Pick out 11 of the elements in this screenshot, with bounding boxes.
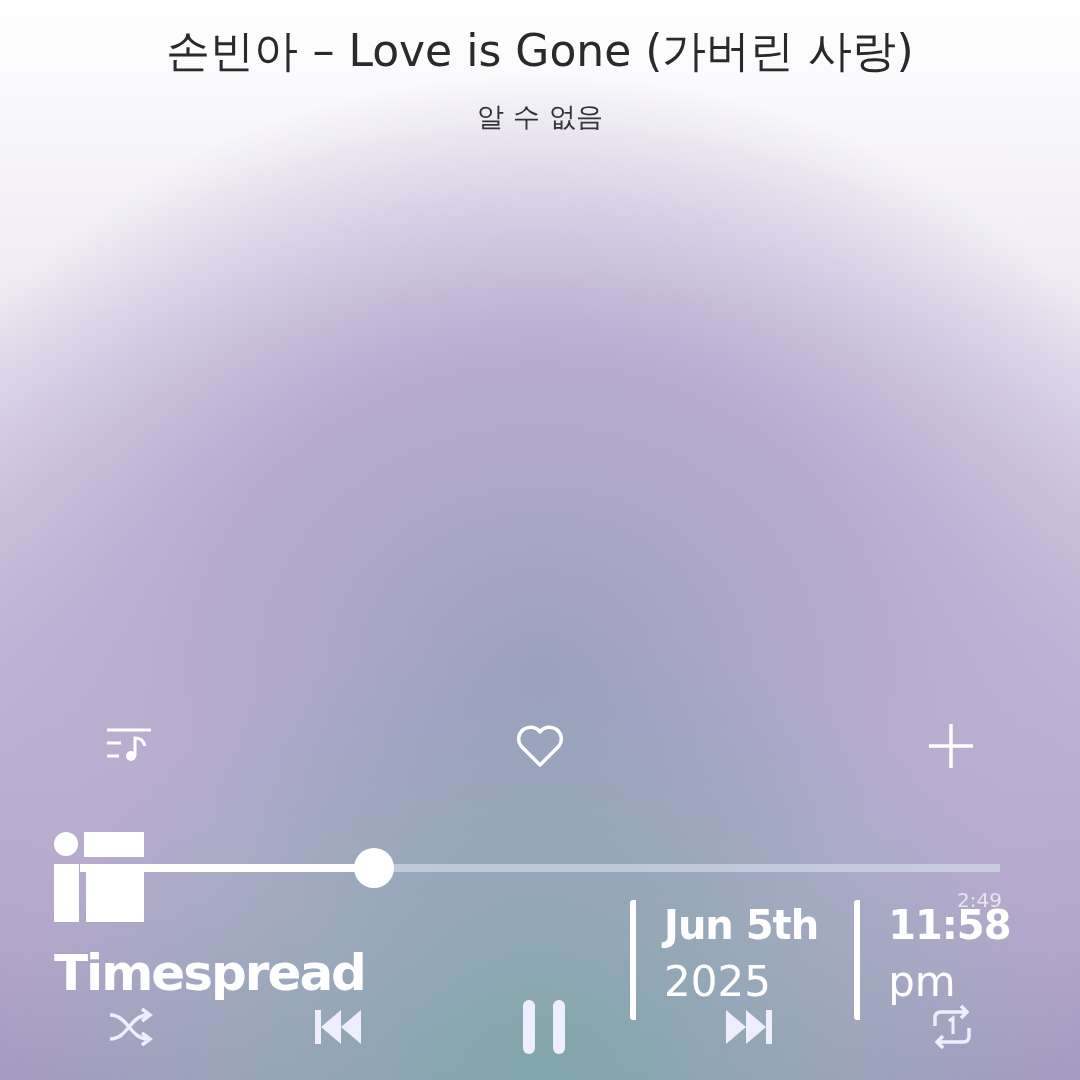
previous-icon[interactable] (315, 1010, 364, 1044)
year-text: 2025 (664, 956, 772, 1008)
plus-icon[interactable] (927, 722, 975, 770)
logo-icon (54, 832, 146, 924)
pause-icon[interactable] (520, 1000, 567, 1054)
song-title: 손빈아 – Love is Gone (가버린 사랑) (166, 24, 914, 78)
brand-name: Timespread (54, 944, 365, 1002)
heart-icon[interactable] (515, 724, 565, 768)
next-icon[interactable] (723, 1010, 772, 1044)
time-period: pm (888, 956, 957, 1008)
artist-name: 알 수 없음 (477, 100, 603, 134)
